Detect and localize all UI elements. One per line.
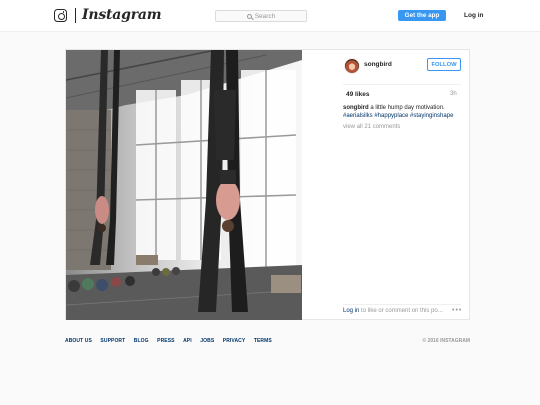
search-icon (246, 13, 252, 19)
caption-username[interactable]: songbird (343, 105, 369, 111)
post-card (65, 49, 470, 320)
instagram-camera-icon[interactable] (54, 9, 67, 22)
footer-link-press[interactable]: PRESS (157, 338, 174, 344)
footer-link-api[interactable]: API (183, 338, 192, 344)
comment-divider (343, 304, 461, 305)
footer-link-jobs[interactable]: JOBS (200, 338, 214, 344)
follow-button[interactable]: FOLLOW (427, 58, 461, 71)
footer: ABOUT US SUPPORT BLOG PRESS API JOBS PRI… (65, 338, 470, 344)
caption-text: a little hump day motivation. (370, 105, 445, 111)
view-all-comments-link[interactable]: view all 21 comments (343, 124, 400, 130)
login-link[interactable]: Log in (464, 12, 484, 19)
post-photo[interactable] (66, 50, 302, 320)
footer-link-terms[interactable]: TERMS (254, 338, 272, 344)
more-options-icon[interactable]: ••• (452, 307, 462, 314)
footer-link-blog[interactable]: BLOG (134, 338, 149, 344)
search-placeholder: Search (254, 12, 276, 20)
get-the-app-button[interactable]: Get the app (398, 10, 446, 21)
copyright-text: © 2016 INSTAGRAM (422, 338, 471, 344)
instagram-wordmark[interactable]: Instagram (82, 7, 162, 23)
avatar[interactable] (344, 58, 360, 74)
search-input[interactable]: Search (215, 10, 307, 22)
comment-prompt: Log in to like or comment on this po... (343, 308, 443, 314)
footer-link-privacy[interactable]: PRIVACY (223, 338, 246, 344)
aerial-silks-photo-image (66, 50, 302, 320)
post-caption: songbird a little hump day motivation. #… (343, 104, 463, 120)
post-username[interactable]: songbird (364, 61, 392, 68)
footer-link-about-us[interactable]: ABOUT US (65, 338, 92, 344)
likes-count[interactable]: 49 likes (346, 91, 370, 98)
comment-prompt-text: to like or comment on this po... (361, 308, 443, 314)
top-nav-bar: Instagram Search Get the app Log in (0, 0, 540, 32)
comment-login-link[interactable]: Log in (343, 308, 359, 314)
caption-hashtags[interactable]: #aerialsilks #happyplace #stayinginshape (343, 113, 453, 119)
footer-link-support[interactable]: SUPPORT (100, 338, 125, 344)
header-divider (343, 84, 461, 85)
post-timestamp[interactable]: 3h (450, 91, 457, 97)
logo-divider (75, 8, 76, 23)
